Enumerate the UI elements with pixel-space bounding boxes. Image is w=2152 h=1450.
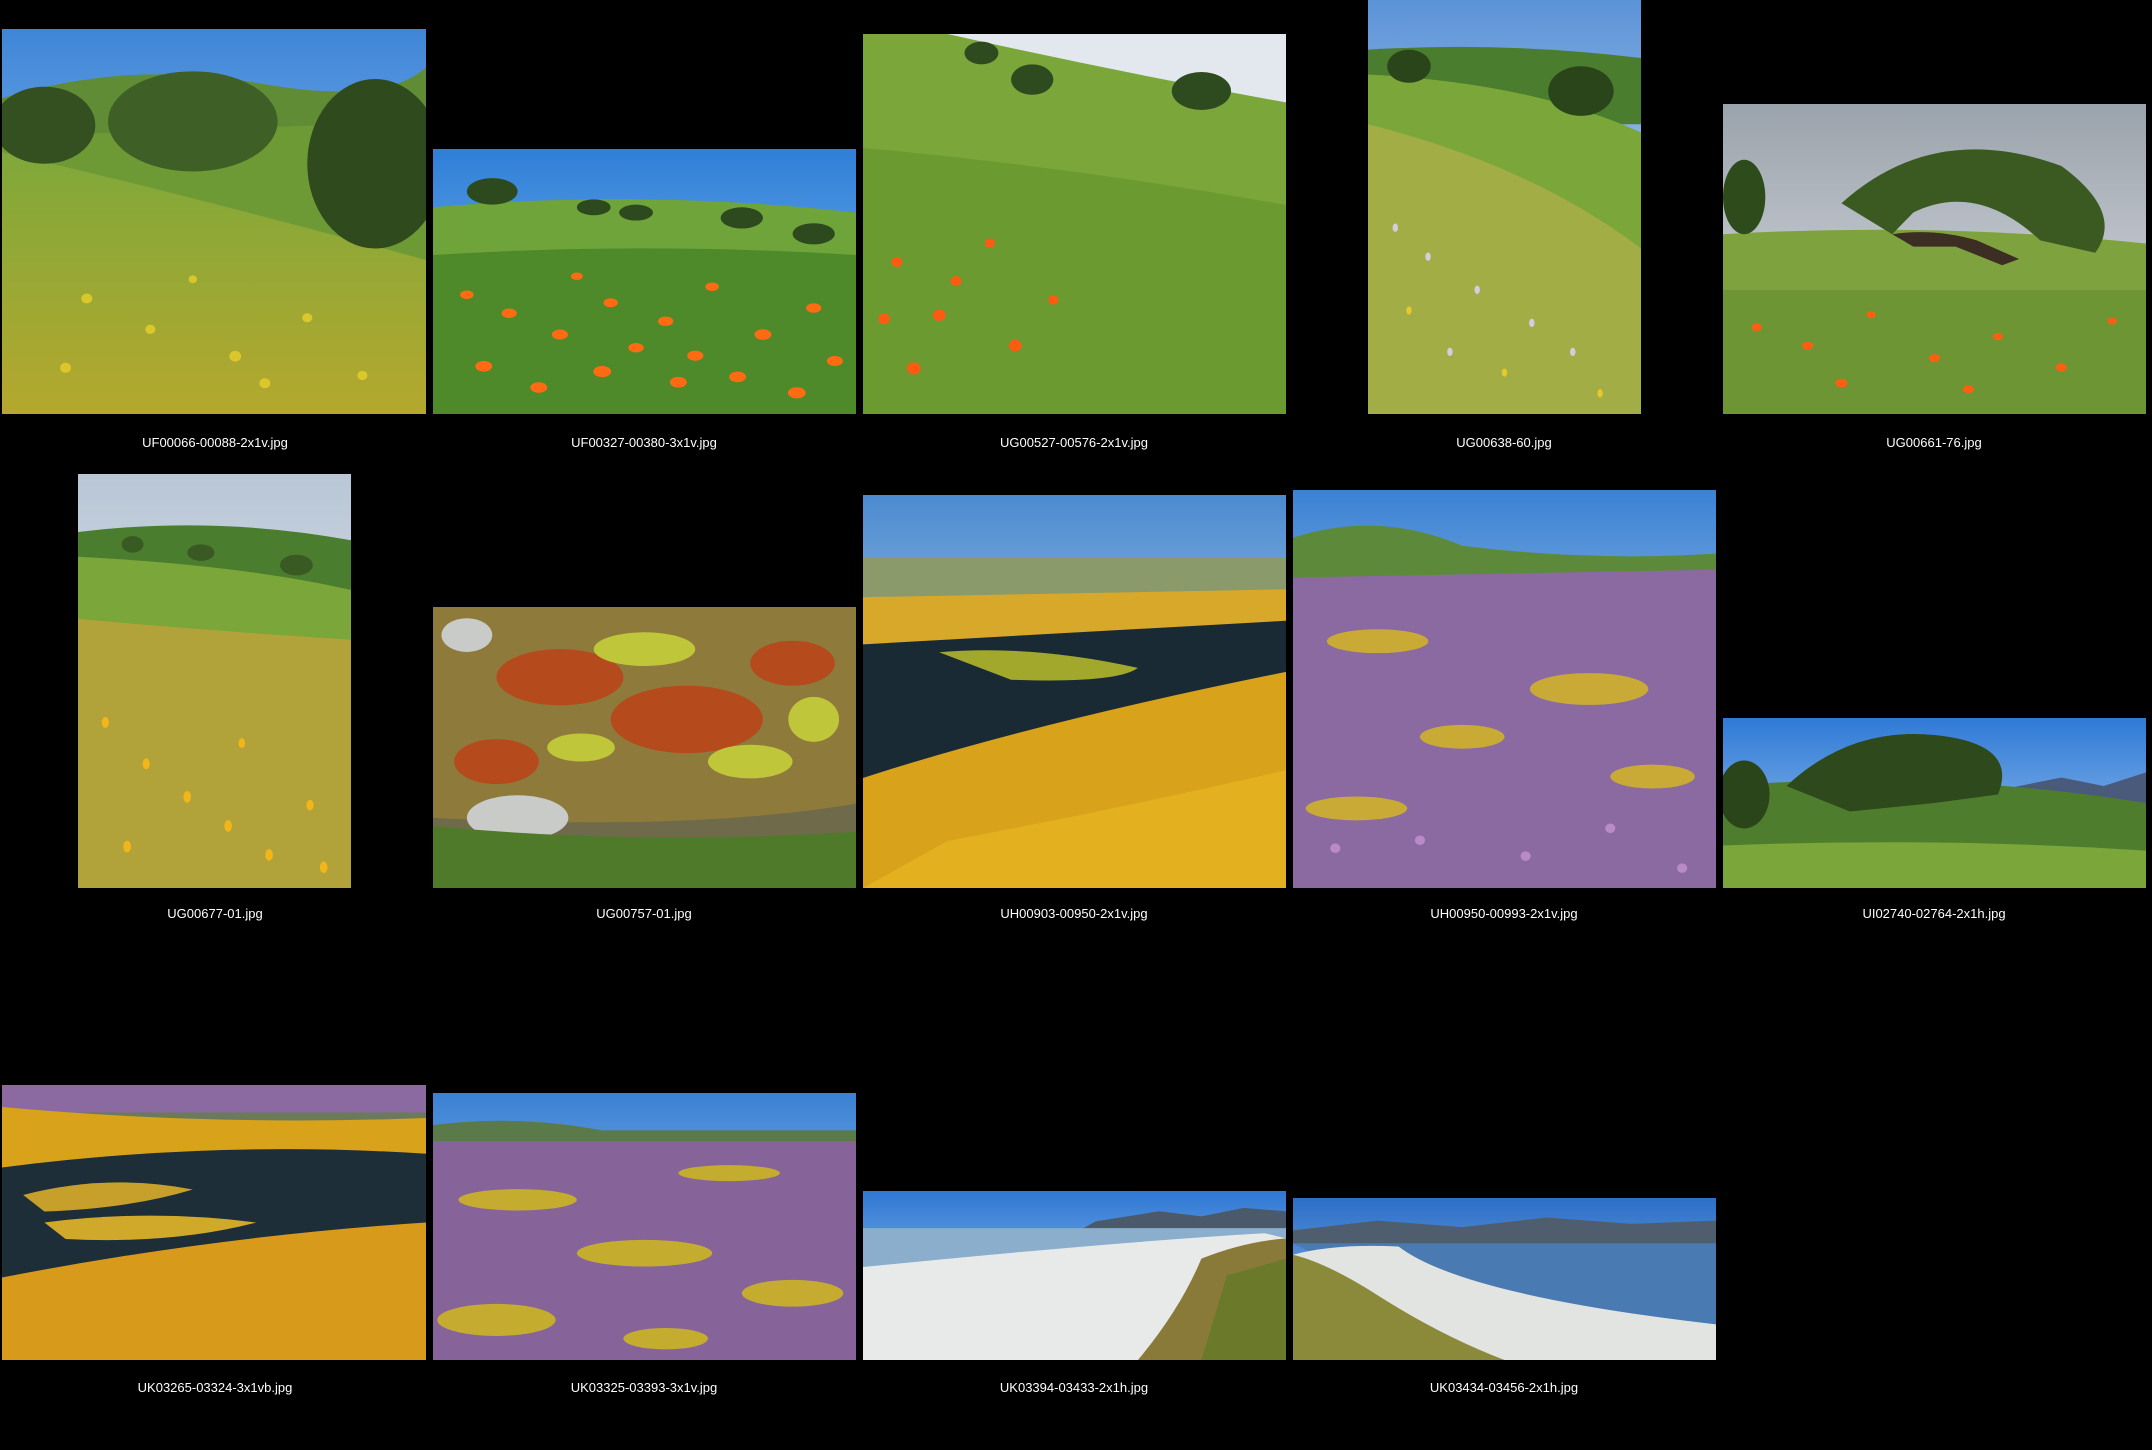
photo-vernal-pool-close [2, 1085, 426, 1360]
photo-poppy-field-oaks [433, 149, 856, 414]
thumbnail-caption[interactable]: UK03265-03324-3x1vb.jpg [0, 1380, 430, 1396]
thumbnail-caption[interactable]: UH00903-00950-2x1v.jpg [859, 906, 1289, 922]
photo-salt-lake-reflection [1293, 1198, 1716, 1360]
photo-purple-yellow-plain [433, 1093, 856, 1360]
thumbnail-image[interactable] [433, 1093, 856, 1360]
thumbnail-caption[interactable]: UH00950-00993-2x1v.jpg [1289, 906, 1719, 922]
photo-meadow-oak-yellow [2, 29, 426, 414]
thumbnail-caption[interactable]: UG00527-00576-2x1v.jpg [859, 435, 1289, 451]
thumbnail-image[interactable] [863, 34, 1286, 414]
thumbnail-caption[interactable]: UK03434-03456-2x1h.jpg [1289, 1380, 1719, 1396]
photo-hillside-goldfields [78, 474, 351, 888]
photo-owls-clover-field [1293, 490, 1716, 888]
thumbnail-image[interactable] [1723, 718, 2146, 888]
photo-hillside-flowers-oak [1368, 0, 1641, 414]
thumbnail-caption[interactable]: UK03325-03393-3x1v.jpg [429, 1380, 859, 1396]
photo-oak-hill-mountains [1723, 718, 2146, 888]
thumbnail-caption[interactable]: UG00638-60.jpg [1289, 435, 1719, 451]
thumbnail-image[interactable] [2, 29, 426, 414]
thumbnail-image[interactable] [433, 149, 856, 414]
thumbnail-image[interactable] [1293, 1198, 1716, 1360]
thumbnail-image[interactable] [2, 1085, 426, 1360]
thumbnail-image[interactable] [433, 607, 856, 888]
thumbnail-image[interactable] [863, 1191, 1286, 1360]
thumbnail-caption[interactable]: UG00661-76.jpg [1719, 435, 2149, 451]
thumbnail-image[interactable] [78, 474, 351, 888]
photo-salt-lake-shore [863, 1191, 1286, 1360]
thumbnail-image[interactable] [863, 495, 1286, 888]
photo-vernal-pool-goldfields [863, 495, 1286, 888]
thumbnail-caption[interactable]: UG00677-01.jpg [0, 906, 430, 922]
photo-green-slope-poppies [863, 34, 1286, 414]
photo-lichen-rock [433, 607, 856, 888]
thumbnail-caption[interactable]: UK03394-03433-2x1h.jpg [859, 1380, 1289, 1396]
thumbnail-image[interactable] [1368, 0, 1641, 414]
photo-windswept-oak-poppies [1723, 104, 2146, 414]
thumbnail-image[interactable] [1293, 490, 1716, 888]
thumbnail-image[interactable] [1723, 104, 2146, 414]
thumbnail-caption[interactable]: UI02740-02764-2x1h.jpg [1719, 906, 2149, 922]
thumbnail-caption[interactable]: UF00327-00380-3x1v.jpg [429, 435, 859, 451]
thumbnail-caption[interactable]: UG00757-01.jpg [429, 906, 859, 922]
thumbnail-caption[interactable]: UF00066-00088-2x1v.jpg [0, 435, 430, 451]
